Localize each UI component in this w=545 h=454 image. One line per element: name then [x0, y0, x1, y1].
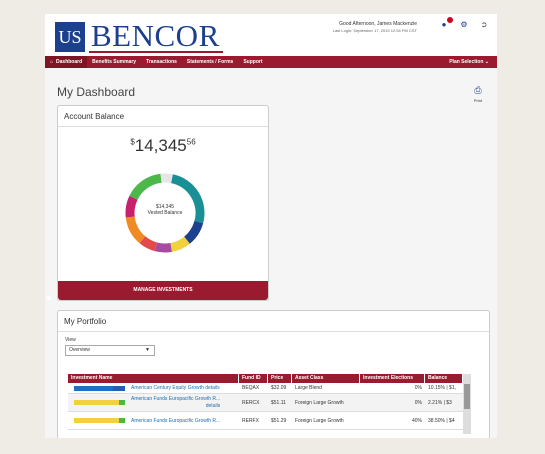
balance-amount: $14,34556: [58, 136, 268, 156]
chevron-down-icon: ⌄: [484, 59, 489, 65]
balance-whole: 14,345: [134, 136, 187, 155]
col-balance[interactable]: Balance: [425, 374, 463, 383]
vested-balance: $14,345 Vested Balance: [124, 204, 206, 216]
nav-dashboard-label: Dashboard: [56, 59, 83, 65]
balance-cents: 56: [186, 137, 196, 147]
fund-link[interactable]: American Funds Europacific Growth R...: [131, 396, 220, 403]
view-select-value: Overview: [69, 347, 90, 353]
account-balance-title: Account Balance: [58, 106, 268, 127]
fund-color-bar: [71, 400, 128, 405]
print-button[interactable]: ⎙ Print: [471, 80, 485, 103]
plan-selection-dropdown[interactable]: Plan Selection ⌄: [449, 56, 489, 68]
investment-name-cell: American Century Equity Growth details: [68, 383, 239, 393]
portfolio-title: My Portfolio: [58, 311, 489, 332]
view-select[interactable]: Overview ▼: [65, 345, 155, 356]
print-label: Print: [473, 98, 483, 103]
notification-badge: [447, 17, 453, 23]
portfolio-card: My Portfolio View Overview ▼ Investment N…: [57, 310, 490, 438]
scrollbar-thumb[interactable]: [464, 384, 470, 409]
printer-icon: ⎙: [474, 85, 482, 95]
election-cell: 0%: [414, 385, 422, 391]
col-investment-elections[interactable]: Investment Elections: [360, 374, 425, 383]
logo-mark[interactable]: US: [55, 22, 85, 52]
donut-segment[interactable]: [139, 236, 158, 252]
page-title: My Dashboard: [57, 85, 136, 99]
nav-dashboard[interactable]: ⌂ Dashboard: [45, 56, 88, 68]
carousel-dot[interactable]: [47, 296, 51, 300]
last-login-text: Last Login: September 17, 2019 12:54 PM …: [332, 28, 417, 33]
manage-investments-button[interactable]: MANAGE INVESTMENTS: [58, 281, 268, 300]
col-fund-id[interactable]: Fund ID: [239, 374, 268, 383]
nav-benefits-summary[interactable]: Benefits Summary: [87, 56, 141, 68]
donut-segment[interactable]: [129, 173, 162, 200]
fund-color-bar: [71, 385, 128, 391]
investments-table: Investment Name Fund ID Price Asset Clas…: [68, 374, 471, 434]
fund-link-group: American Funds Europacific Growth R... d…: [131, 396, 220, 410]
price-cell: $51.29: [271, 418, 287, 424]
election-cell: 0%: [414, 400, 422, 406]
donut-segment[interactable]: [160, 173, 173, 184]
greeting-text: Good Afternoon, James Mackenzie: [339, 21, 417, 27]
asset-class-cell: Foreign Large Growth: [295, 418, 344, 424]
price-cell: $32.09: [271, 385, 287, 391]
view-label: View: [65, 337, 76, 343]
balance-cell: 38.50% | $4: [428, 418, 455, 424]
investment-name-cell: American Funds Europacific Growth R...: [68, 412, 239, 429]
vested-label: Vested Balance: [147, 210, 183, 216]
fund-id-cell: RERCX: [242, 400, 260, 406]
table-header: Investment Name Fund ID Price Asset Clas…: [68, 374, 471, 383]
logo-underline: [89, 51, 223, 53]
logo-mark-text: US: [58, 27, 82, 47]
fund-color-bar: [71, 418, 128, 423]
fund-id-cell: BEQAX: [242, 385, 260, 391]
table-row[interactable]: American Funds Europacific Growth R... R…: [68, 412, 471, 430]
header-icons: ● ⚙ ➲: [439, 17, 489, 30]
donut-segment[interactable]: [154, 242, 172, 253]
caret-down-icon: ▼: [145, 347, 150, 353]
plan-selection-label: Plan Selection: [449, 59, 484, 65]
nav-support[interactable]: Support: [238, 56, 267, 68]
investment-name-cell: American Funds Europacific Growth R... d…: [68, 394, 239, 411]
price-cell: $51.11: [271, 400, 286, 406]
home-icon: ⌂: [50, 59, 54, 65]
fund-details-link[interactable]: details: [131, 403, 220, 410]
app-window: US BENCOR Good Afternoon, James Mackenzi…: [45, 14, 497, 438]
balance-cell: 2.21% | $3: [428, 400, 452, 406]
logo-wordmark[interactable]: BENCOR: [91, 19, 220, 53]
election-cell: 40%: [411, 418, 422, 424]
nav-statements-forms[interactable]: Statements / Forms: [182, 56, 238, 68]
table-scrollbar[interactable]: [463, 374, 471, 434]
user-icon[interactable]: ●: [439, 17, 453, 30]
gear-icon[interactable]: ⚙: [459, 20, 469, 30]
logout-icon[interactable]: ➲: [479, 20, 489, 30]
donut-segment[interactable]: [170, 236, 190, 252]
nav-transactions[interactable]: Transactions: [141, 56, 182, 68]
header: US BENCOR Good Afternoon, James Mackenzi…: [45, 14, 497, 56]
table-row[interactable]: American Century Equity Growth details B…: [68, 383, 471, 394]
account-balance-card: Account Balance $14,34556 $14,345 Vested…: [57, 105, 269, 301]
col-asset-class[interactable]: Asset Class: [292, 374, 360, 383]
fund-id-cell: RERFX: [242, 418, 259, 424]
greeting-block: Good Afternoon, James Mackenzie Last Log…: [333, 21, 417, 33]
asset-class-cell: Foreign Large Growth: [295, 400, 344, 406]
asset-class-cell: Large Blend: [295, 385, 322, 391]
donut-segment[interactable]: [125, 216, 146, 244]
donut-segment[interactable]: [183, 220, 204, 244]
fund-link[interactable]: American Funds Europacific Growth R...: [131, 412, 220, 429]
col-price[interactable]: Price: [268, 374, 292, 383]
main-nav: ⌂ Dashboard Benefits Summary Transactions…: [45, 56, 497, 68]
table-row[interactable]: American Funds Europacific Growth R... d…: [68, 394, 471, 412]
col-investment-name[interactable]: Investment Name: [68, 374, 239, 383]
balance-cell: 10.15% | $1,: [428, 385, 456, 391]
fund-link[interactable]: American Century Equity Growth details: [131, 383, 220, 393]
